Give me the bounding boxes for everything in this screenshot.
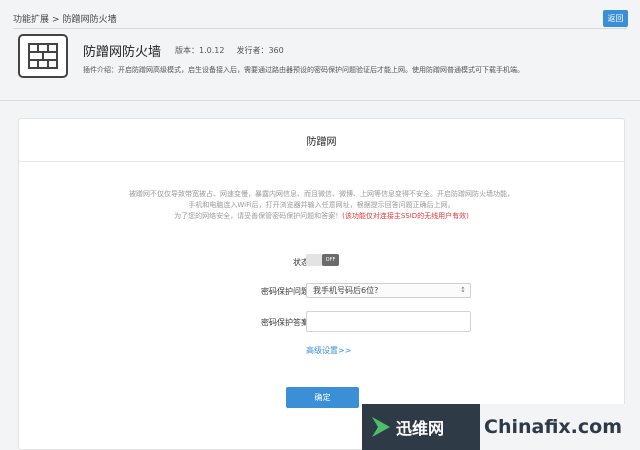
advanced-settings-link[interactable]: 高级设置>> — [306, 345, 351, 356]
select-arrow-icon: ↕ — [460, 286, 466, 294]
plugin-title: 防蹭网防火墙 — [83, 45, 162, 60]
toggle-off-text: OFF — [322, 254, 339, 266]
feature-description: 被蹭网不仅仅导致带宽被占、网速变慢，暴露内网信息、而且微信、微博、上网等信息变得… — [19, 189, 624, 222]
status-toggle[interactable]: OFF — [306, 254, 339, 266]
description-line: 手机和电脑连入WiFi后，打开浏览器并输入任意网址，根据提示回答问题正确后上网。 — [188, 201, 455, 209]
plugin-publisher: 发行者：360 — [236, 46, 284, 55]
breadcrumb-item-extensions[interactable]: 功能扩展 — [13, 15, 49, 25]
question-select[interactable]: 我手机号码后6位? ↕ — [306, 283, 471, 298]
ssid-warning: (该功能仅对连接主SSID的无线用户有效) — [342, 212, 469, 220]
confirm-button[interactable]: 确定 — [286, 387, 359, 408]
description-line3: 为了您的网络安全，请妥善保管密码保护问题和答案！ — [174, 212, 343, 220]
status-label: 状态 — [293, 258, 309, 267]
description-line: 被蹭网不仅仅导致带宽被占、网速变慢，暴露内网信息、而且微信、微博、上网等信息变得… — [129, 190, 514, 198]
question-selected-value: 我手机号码后6位? — [313, 286, 379, 295]
watermark: 迅维网 Chinafix.com — [362, 404, 640, 450]
plugin-version: 版本：1.0.12 — [175, 46, 225, 55]
watermark-logo: 迅维网 — [362, 404, 480, 450]
breadcrumb-item-current: 防蹭网防火墙 — [62, 15, 117, 25]
plugin-header: 功能扩展 > 防蹭网防火墙 返回 防蹭网防火墙 版本：1.0.12 发行者：360 插… — [0, 0, 640, 100]
card-title: 防蹭网 — [306, 137, 337, 148]
answer-input[interactable] — [306, 311, 471, 332]
header-divider — [13, 28, 627, 29]
card-divider — [19, 161, 624, 162]
watermark-site: Chinafix.com — [480, 404, 640, 450]
breadcrumb-separator: > — [52, 15, 60, 25]
description-line: 为了您的网络安全，请妥善保管密码保护问题和答案！(该功能仅对连接主SSID的无线… — [19, 211, 624, 222]
back-button[interactable]: 返回 — [603, 10, 628, 27]
plugin-meta: 版本：1.0.12 发行者：360 — [175, 45, 284, 56]
plugin-description: 插件介绍：开启防蹭网高级模式，启生设备接入后，需要通过路由器预设的密码保护问题验… — [83, 66, 524, 74]
breadcrumb: 功能扩展 > 防蹭网防火墙 — [13, 12, 117, 25]
watermark-logo-text: 迅维网 — [396, 419, 445, 438]
watermark-arrow-icon — [372, 417, 390, 437]
settings-card: 防蹭网 被蹭网不仅仅导致带宽被占、网速变慢，暴露内网信息、而且微信、微博、上网等… — [18, 118, 625, 450]
question-label: 密码保护问题 — [261, 287, 309, 296]
firewall-icon — [18, 34, 68, 78]
answer-label: 密码保护答案 — [261, 318, 309, 327]
section-divider — [0, 100, 640, 101]
